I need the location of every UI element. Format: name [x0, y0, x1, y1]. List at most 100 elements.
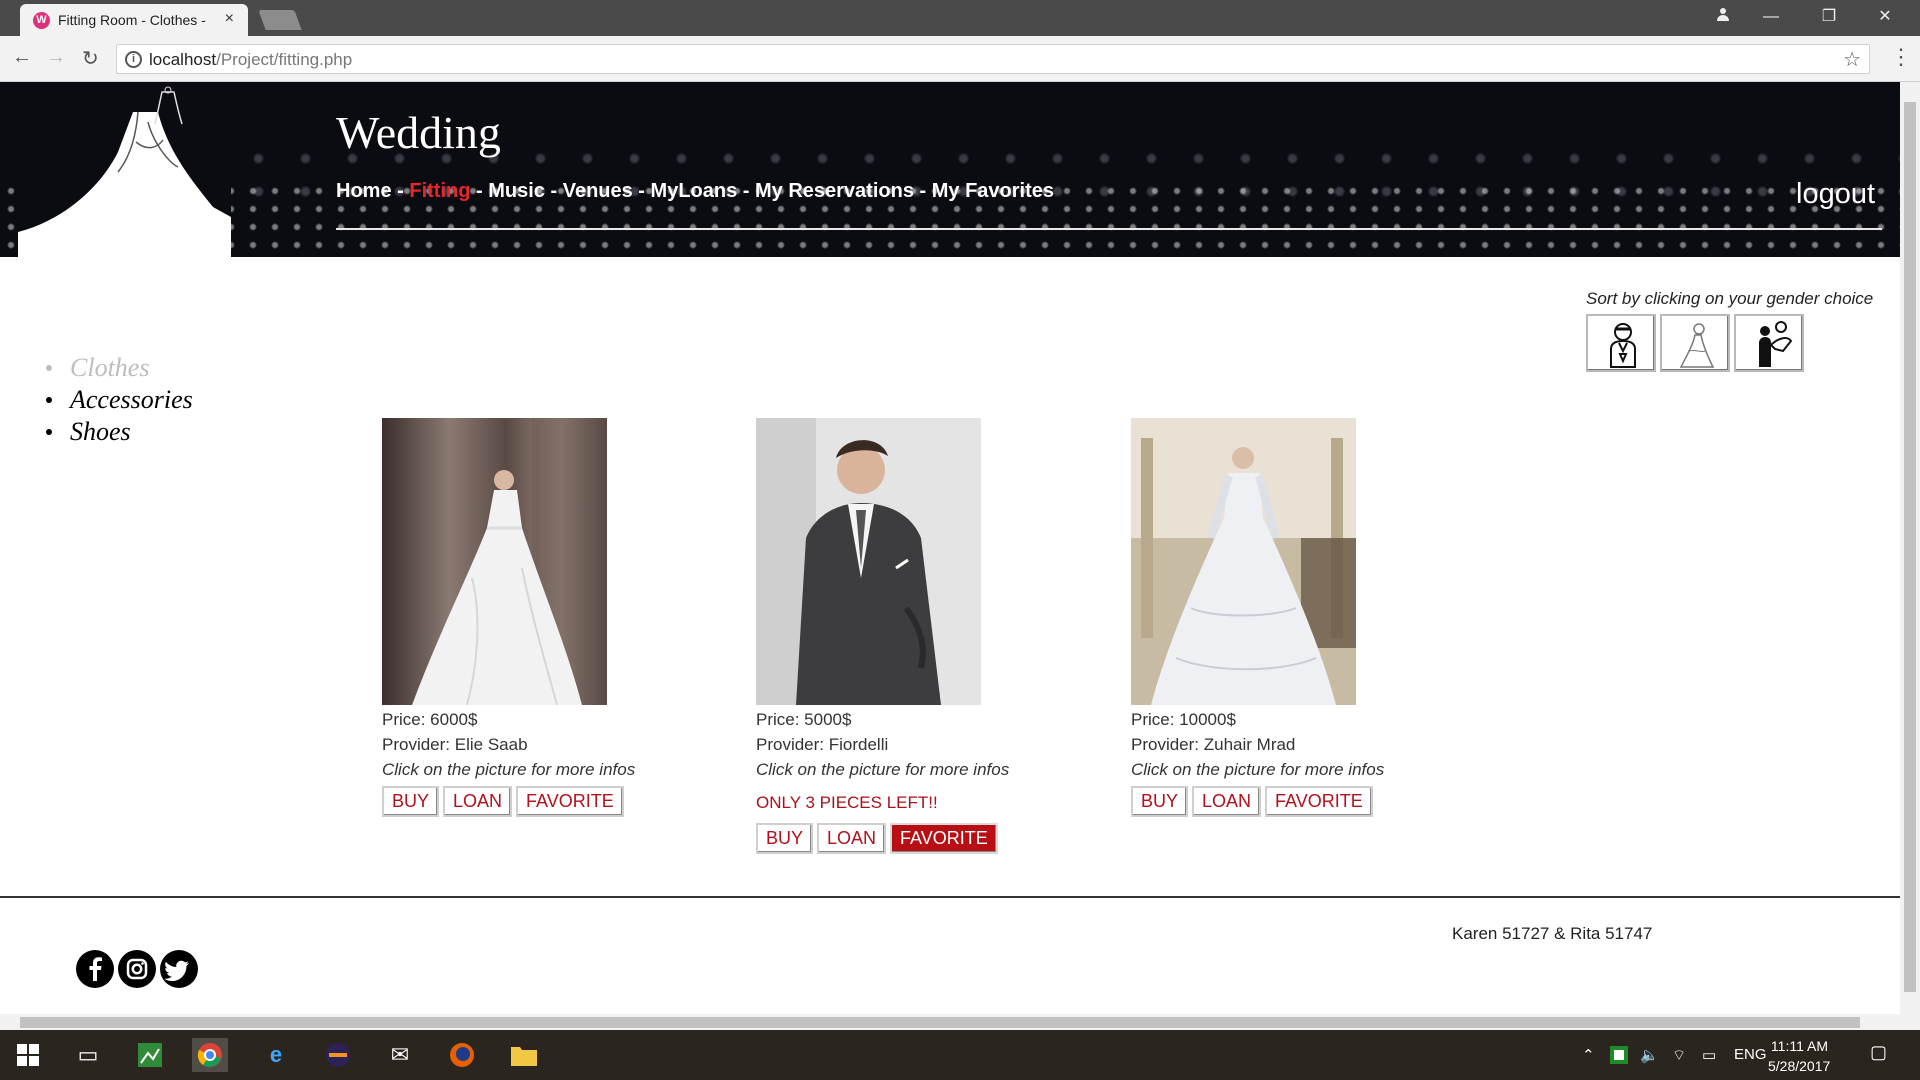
- sort-groom-button[interactable]: [1586, 314, 1656, 372]
- task-view-icon[interactable]: ▭: [70, 1038, 106, 1072]
- instagram-icon[interactable]: [118, 950, 156, 988]
- restore-button[interactable]: ❐: [1806, 0, 1852, 34]
- edge-icon[interactable]: e: [258, 1038, 294, 1072]
- windows-taskbar: ▭ e ✉ ⌃ 🔈 ⌔ ▭ ENG 11:11 AM 5/28/2017 ▢: [0, 1030, 1920, 1080]
- language-indicator[interactable]: ENG: [1734, 1046, 1767, 1063]
- main-nav: Home - Fitting - Music - Venues - MyLoan…: [336, 180, 1054, 203]
- tab-title: Fitting Room - Clothes -: [58, 12, 206, 28]
- logout-link[interactable]: logout: [1796, 178, 1875, 211]
- horizontal-scroll-thumb[interactable]: [20, 1017, 1860, 1028]
- back-icon[interactable]: ←: [12, 46, 32, 69]
- twitter-icon[interactable]: [160, 950, 198, 988]
- wedding-dress-photo[interactable]: [382, 418, 607, 705]
- close-window-button[interactable]: ✕: [1862, 0, 1908, 34]
- site-info-icon[interactable]: i: [125, 51, 142, 68]
- product-hint: Click on the picture for more infos: [1131, 760, 1385, 779]
- nav-separator: -: [470, 180, 489, 202]
- nav-divider: [336, 228, 1882, 230]
- loan-button[interactable]: LOAN: [817, 823, 887, 854]
- nav-my-favorites[interactable]: My Favorites: [932, 180, 1054, 202]
- groom-suit-photo[interactable]: [756, 418, 981, 705]
- product-provider: Provider: Elie Saab: [382, 735, 528, 754]
- favorite-button[interactable]: FAVORITE: [516, 786, 624, 817]
- reload-icon[interactable]: ↻: [82, 46, 99, 71]
- app-icon[interactable]: [132, 1038, 168, 1072]
- product-card: Price: 10000$ Provider: Zuhair Mrad Clic…: [1131, 418, 1431, 817]
- product-actions: BUY LOAN FAVORITE: [1131, 786, 1431, 817]
- horizontal-scrollbar[interactable]: [0, 1014, 1920, 1030]
- category-shoes[interactable]: Shoes: [46, 416, 193, 448]
- favorite-button[interactable]: FAVORITE: [890, 823, 998, 854]
- profile-icon[interactable]: [1700, 0, 1746, 34]
- firefox-icon[interactable]: [444, 1038, 480, 1072]
- minimize-button[interactable]: —: [1748, 0, 1794, 34]
- bookmark-star-icon[interactable]: ☆: [1843, 47, 1861, 72]
- sort-couple-button[interactable]: [1734, 314, 1804, 372]
- windows-start-icon[interactable]: [10, 1038, 46, 1072]
- wifi-icon[interactable]: ⌔: [1672, 1046, 1686, 1065]
- groom-icon: [1610, 323, 1636, 368]
- mail-icon[interactable]: ✉: [382, 1038, 418, 1072]
- nav-separator: -: [737, 180, 755, 202]
- category-accessories[interactable]: Accessories: [46, 384, 193, 416]
- file-explorer-icon[interactable]: [506, 1038, 542, 1072]
- forward-icon[interactable]: →: [46, 46, 66, 69]
- product-actions: BUY LOAN FAVORITE: [756, 823, 1056, 854]
- category-label: Accessories: [70, 385, 193, 414]
- nav-my-reservations[interactable]: My Reservations: [755, 180, 914, 202]
- url-host: localhost: [149, 50, 217, 69]
- buy-button[interactable]: BUY: [1131, 786, 1189, 817]
- lace-dress-photo[interactable]: [1131, 418, 1356, 705]
- tab-favicon-icon: W: [33, 12, 50, 29]
- clock-date: 5/28/2017: [1768, 1058, 1831, 1074]
- nav-venues[interactable]: Venues: [563, 180, 633, 202]
- site-title: Wedding: [336, 107, 501, 158]
- nav-separator: -: [391, 180, 410, 202]
- category-label: Clothes: [70, 353, 150, 382]
- product-provider: Provider: Fiordelli: [756, 735, 889, 754]
- volume-icon[interactable]: 🔈: [1640, 1046, 1659, 1064]
- buy-button[interactable]: BUY: [382, 786, 440, 817]
- stock-warning: ONLY 3 PIECES LEFT!!: [756, 793, 938, 812]
- nav-music[interactable]: Music: [488, 180, 545, 202]
- loan-button[interactable]: LOAN: [1192, 786, 1262, 817]
- vertical-scroll-thumb[interactable]: [1904, 102, 1916, 992]
- system-clock[interactable]: 11:11 AM 5/28/2017: [1768, 1036, 1831, 1076]
- sort-bride-button[interactable]: [1660, 314, 1730, 372]
- show-hidden-icons[interactable]: ⌃: [1582, 1046, 1595, 1064]
- nav-separator: -: [544, 180, 563, 202]
- vertical-scrollbar[interactable]: [1900, 82, 1920, 1014]
- url-path: /Project/fitting.php: [216, 50, 353, 69]
- eclipse-icon[interactable]: [320, 1038, 356, 1072]
- footer-credits: Karen 51727 & Rita 51747: [1452, 924, 1653, 943]
- dress-bodice-icon: [154, 86, 183, 125]
- category-clothes[interactable]: Clothes: [46, 352, 193, 384]
- product-price: Price: 10000$: [1131, 710, 1236, 729]
- new-tab-button[interactable]: [258, 10, 302, 30]
- address-bar[interactable]: i localhost/Project/fitting.php ☆: [116, 44, 1870, 74]
- category-label: Shoes: [70, 417, 131, 446]
- nav-fitting[interactable]: Fitting: [409, 180, 470, 202]
- bride-icon: [1679, 323, 1715, 368]
- tab-close-icon[interactable]: ×: [225, 10, 234, 28]
- product-actions: BUY LOAN FAVORITE: [382, 786, 682, 817]
- tray-app-icon[interactable]: [1610, 1046, 1628, 1068]
- product-hint: Click on the picture for more infos: [382, 760, 636, 779]
- nav-separator: -: [632, 180, 651, 202]
- buy-button[interactable]: BUY: [756, 823, 814, 854]
- battery-icon[interactable]: ▭: [1702, 1046, 1716, 1064]
- browser-tab[interactable]: W Fitting Room - Clothes - ×: [20, 4, 248, 36]
- product-price: Price: 5000$: [756, 710, 852, 729]
- loan-button[interactable]: LOAN: [443, 786, 513, 817]
- browser-menu-icon[interactable]: ⋮: [1890, 44, 1912, 70]
- bullet-icon: [46, 365, 52, 371]
- nav-myloans[interactable]: MyLoans: [651, 180, 738, 202]
- nav-home[interactable]: Home: [336, 180, 392, 202]
- chrome-icon[interactable]: [192, 1038, 228, 1072]
- favorite-button[interactable]: FAVORITE: [1265, 786, 1373, 817]
- clock-time: 11:11 AM: [1770, 1038, 1828, 1054]
- notifications-icon[interactable]: ▢: [1870, 1042, 1887, 1063]
- url-text[interactable]: localhost/Project/fitting.php: [149, 50, 352, 70]
- facebook-icon[interactable]: [76, 950, 114, 988]
- product-provider: Provider: Zuhair Mrad: [1131, 735, 1296, 754]
